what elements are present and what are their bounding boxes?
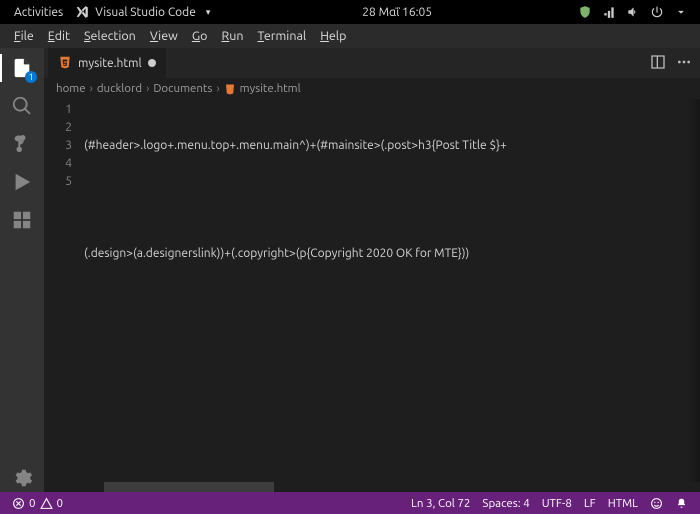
bell-icon [675, 497, 688, 510]
activity-explorer[interactable]: 1 [8, 54, 36, 82]
chevron-right-icon: › [216, 82, 219, 95]
menu-terminal[interactable]: Terminal [252, 27, 313, 45]
tab-dirty-indicator [148, 59, 156, 67]
menu-go[interactable]: Go [186, 27, 214, 45]
explorer-badge: 1 [25, 71, 37, 83]
tab-label: mysite.html [78, 57, 142, 70]
activities-button[interactable]: Activities [8, 6, 69, 19]
vscode-icon [75, 5, 89, 19]
activity-settings[interactable] [8, 464, 36, 492]
line-number-gutter: 1 2 3 4 5 [44, 99, 80, 482]
status-feedback[interactable] [644, 497, 669, 510]
menu-selection[interactable]: Selection [78, 27, 142, 45]
chevron-right-icon: › [146, 82, 149, 95]
breadcrumb-seg[interactable]: home [56, 82, 86, 95]
menu-edit[interactable]: Edit [42, 27, 76, 45]
status-encoding[interactable]: UTF-8 [536, 497, 578, 510]
warning-icon [40, 497, 53, 510]
html-file-icon [224, 82, 238, 95]
app-menu-label: Visual Studio Code [95, 6, 196, 19]
chevron-right-icon: › [90, 82, 93, 95]
code-line[interactable]: (#header>.logo+.menu.top+.menu.main^)+(#… [84, 137, 700, 155]
status-lncol[interactable]: Ln 3, Col 72 [405, 497, 476, 510]
activity-extensions[interactable] [8, 206, 36, 234]
more-actions-icon[interactable] [676, 54, 692, 73]
menu-view[interactable]: View [144, 27, 184, 45]
smiley-icon [650, 497, 663, 510]
status-eol[interactable]: LF [578, 497, 602, 510]
error-icon [12, 497, 25, 510]
tab-mysite[interactable]: mysite.html [48, 48, 167, 78]
code-line[interactable] [84, 353, 700, 371]
menu-help[interactable]: Help [314, 27, 352, 45]
code-line[interactable] [84, 191, 700, 209]
system-menu-chevron-icon[interactable] [674, 5, 688, 19]
tab-row: mysite.html [44, 48, 700, 78]
status-language[interactable]: HTML [602, 497, 644, 510]
shield-icon[interactable] [578, 5, 592, 19]
scrollbar-thumb[interactable] [104, 482, 274, 492]
activity-run-debug[interactable] [8, 168, 36, 196]
activity-scm[interactable] [8, 130, 36, 158]
activity-bar: 1 [0, 48, 44, 492]
menu-bar: File Edit Selection View Go Run Terminal… [0, 24, 700, 48]
status-problems[interactable]: 0 0 [6, 497, 69, 510]
menu-run[interactable]: Run [215, 27, 249, 45]
power-icon[interactable] [650, 5, 664, 19]
editor[interactable]: 1 2 3 4 5 (#header>.logo+.menu.top+.menu… [44, 99, 700, 482]
breadcrumb-seg[interactable]: mysite.html [240, 82, 301, 95]
status-bar: 0 0 Ln 3, Col 72 Spaces: 4 UTF-8 LF HTML [0, 492, 700, 514]
clock[interactable]: 28 Μαΐ 16:05 [356, 6, 438, 19]
code-line[interactable] [84, 299, 700, 317]
sound-icon[interactable] [626, 5, 640, 19]
code-line[interactable]: (.design>(a.designerslink))+(.copyright>… [84, 245, 700, 263]
activity-search[interactable] [8, 92, 36, 120]
breadcrumb-seg[interactable]: Documents [153, 82, 212, 95]
status-indent[interactable]: Spaces: 4 [476, 497, 535, 510]
breadcrumb-seg[interactable]: ducklord [97, 82, 142, 95]
network-icon[interactable] [602, 5, 616, 19]
code-area[interactable]: (#header>.logo+.menu.top+.menu.main^)+(#… [80, 99, 700, 482]
html-file-icon [58, 55, 72, 72]
breadcrumb[interactable]: home › ducklord › Documents › mysite.htm… [44, 78, 700, 99]
status-notifications[interactable] [669, 497, 694, 510]
split-editor-icon[interactable] [650, 54, 666, 73]
horizontal-scrollbar[interactable] [44, 482, 700, 492]
app-menu[interactable]: Visual Studio Code [69, 5, 216, 19]
menu-file[interactable]: File [8, 27, 40, 45]
